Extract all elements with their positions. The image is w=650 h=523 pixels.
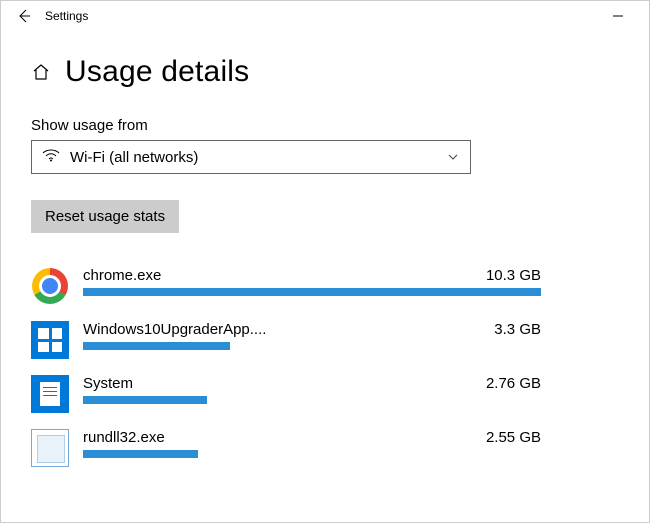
app-row: Windows10UpgraderApp.... 3.3 GB xyxy=(31,321,541,359)
app-name: System xyxy=(83,375,133,392)
wifi-icon xyxy=(42,148,60,166)
back-button[interactable] xyxy=(9,8,39,24)
dropdown-value: Wi-Fi (all networks) xyxy=(70,149,436,166)
app-row: rundll32.exe 2.55 GB xyxy=(31,429,541,467)
usage-bar xyxy=(83,288,541,296)
usage-bar xyxy=(83,450,198,458)
network-dropdown[interactable]: Wi-Fi (all networks) xyxy=(31,140,471,174)
usage-bar xyxy=(83,396,207,404)
page-title: Usage details xyxy=(65,55,249,89)
app-usage: 3.3 GB xyxy=(494,321,541,338)
app-icon-system xyxy=(31,375,69,413)
app-usage-list: chrome.exe 10.3 GB Windows10UpgraderApp.… xyxy=(31,267,541,467)
app-icon-file xyxy=(31,429,69,467)
minimize-button[interactable] xyxy=(595,1,641,31)
content-area: Usage details Show usage from Wi-Fi (all… xyxy=(1,31,649,467)
app-name: rundll32.exe xyxy=(83,429,165,446)
app-usage: 2.55 GB xyxy=(486,429,541,446)
app-usage: 2.76 GB xyxy=(486,375,541,392)
page-header: Usage details xyxy=(31,55,619,89)
title-bar: Settings xyxy=(1,1,649,31)
app-name: chrome.exe xyxy=(83,267,161,284)
app-row: chrome.exe 10.3 GB xyxy=(31,267,541,305)
app-name: Windows10UpgraderApp.... xyxy=(83,321,266,338)
chevron-down-icon xyxy=(446,150,460,164)
filter-label: Show usage from xyxy=(31,117,619,134)
app-row: System 2.76 GB xyxy=(31,375,541,413)
usage-bar xyxy=(83,342,230,350)
app-usage: 10.3 GB xyxy=(486,267,541,284)
window-title: Settings xyxy=(39,9,88,23)
reset-usage-button[interactable]: Reset usage stats xyxy=(31,200,179,233)
app-icon-windows xyxy=(31,321,69,359)
home-icon[interactable] xyxy=(31,62,51,82)
app-icon-chrome xyxy=(31,267,69,305)
